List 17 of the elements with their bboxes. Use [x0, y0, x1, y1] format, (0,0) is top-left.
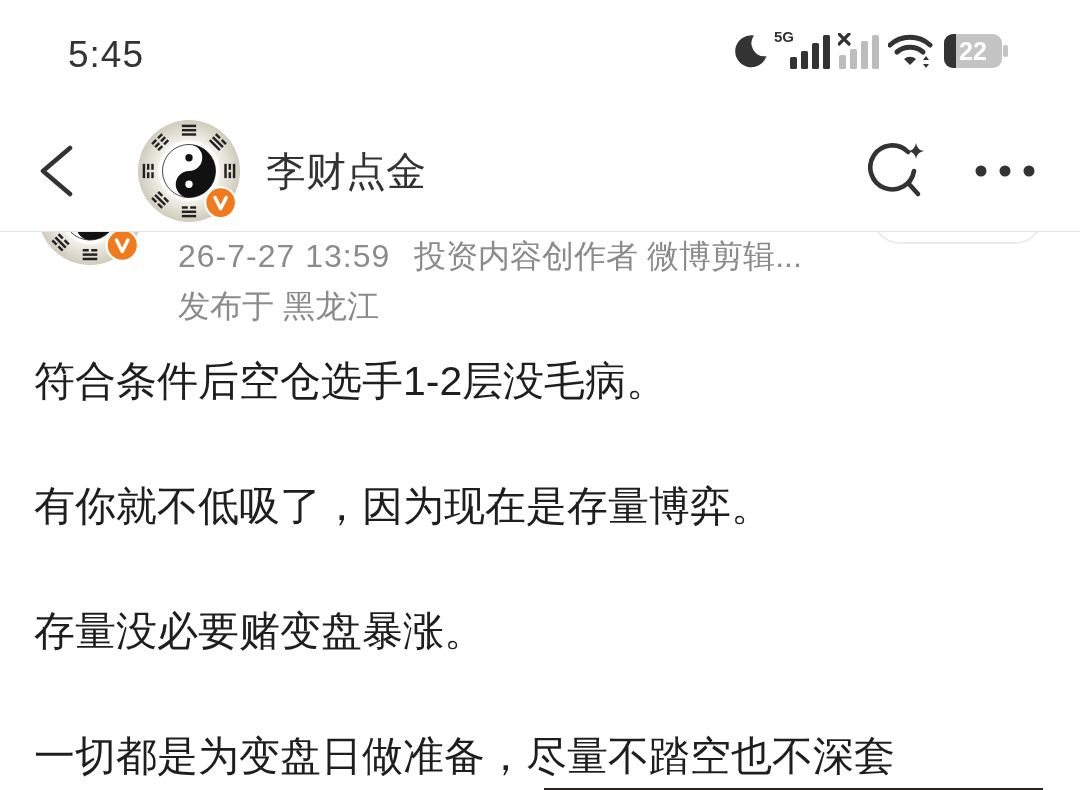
profile-name[interactable]: 李财点金 — [266, 140, 426, 201]
more-icon[interactable] — [975, 163, 1035, 178]
back-icon[interactable] — [38, 144, 74, 197]
post-paragraph: 符合条件后空仓选手1-2层没毛病。 — [34, 357, 669, 406]
post-location: 发布于 黑龙江 — [178, 288, 379, 324]
post-paragraph: 有你就不低吸了，因为现在是存量博弈。 — [34, 482, 773, 531]
network-type-label: 5G — [774, 29, 794, 44]
post-paragraph: 存量没必要赌变盘暴涨。 — [34, 607, 486, 656]
status-time: 5:45 — [68, 33, 144, 78]
battery-icon — [944, 34, 1008, 68]
post-source: 投资内容创作者 微博剪辑... — [414, 238, 802, 274]
post-paragraph: 一切都是为变盘日做准备，尽量不踏空也不深套 — [34, 732, 896, 781]
battery-percentage: 22 — [959, 36, 987, 66]
post-date: 26-7-27 13:59 — [178, 238, 391, 274]
no-signal-icon — [838, 33, 882, 69]
wifi-icon — [888, 34, 934, 68]
moon-icon — [734, 34, 768, 68]
